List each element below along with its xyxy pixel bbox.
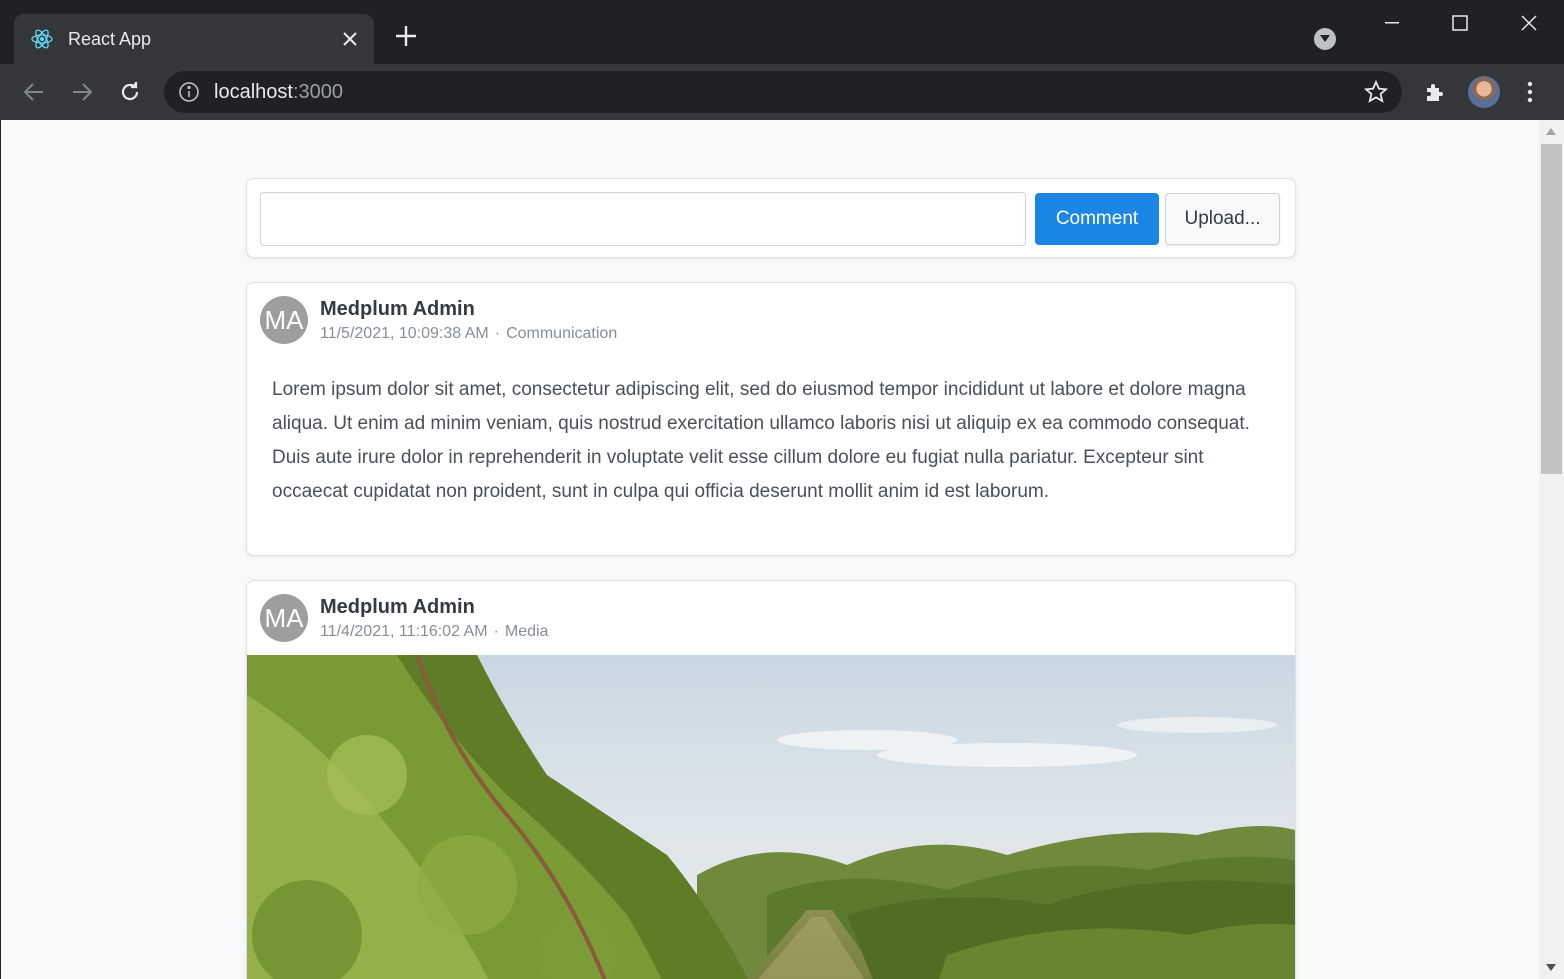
site-info-icon[interactable]: [178, 81, 200, 103]
close-tab-icon[interactable]: [332, 21, 368, 57]
post-subtitle: 11/4/2021, 11:16:02 AM · Media: [320, 623, 548, 641]
post-meta: Medplum Admin 11/4/2021, 11:16:02 AM · Med…: [320, 594, 548, 642]
post-communication: MA Medplum Admin 11/5/2021, 10:09:38 AM ·…: [246, 282, 1296, 556]
browser-toolbar: localhost:3000: [0, 64, 1564, 120]
scroll-down-arrow-icon[interactable]: [1546, 964, 1556, 971]
new-tab-icon[interactable]: [390, 22, 422, 54]
url-port: :3000: [292, 80, 343, 103]
comment-input[interactable]: [260, 192, 1026, 246]
bookmark-star-icon[interactable]: [1363, 79, 1389, 104]
post-meta: Medplum Admin 11/5/2021, 10:09:38 AM · Com…: [320, 296, 617, 344]
resource-type[interactable]: Media: [505, 623, 549, 640]
orchard-photo: [247, 655, 1295, 979]
scroll-up-arrow-icon[interactable]: [1546, 128, 1556, 135]
post-body: Lorem ipsum dolor sit amet, consectetur …: [272, 379, 1250, 502]
upload-button[interactable]: Upload...: [1165, 193, 1280, 245]
post-media: MA Medplum Admin 11/4/2021, 11:16:02 AM ·…: [246, 580, 1296, 979]
separator: ·: [494, 325, 501, 342]
tab-strip: React App: [0, 0, 1564, 64]
reload-icon[interactable]: [112, 74, 148, 110]
extensions-icon[interactable]: [1416, 74, 1452, 110]
url-host: localhost: [214, 80, 293, 103]
post-header: MA Medplum Admin 11/4/2021, 11:16:02 AM ·…: [260, 594, 548, 642]
scrollbar-thumb[interactable]: [1541, 144, 1562, 474]
avatar[interactable]: MA: [260, 296, 308, 344]
react-logo-icon: [30, 27, 54, 51]
vertical-scrollbar[interactable]: [1539, 120, 1564, 979]
minimize-icon[interactable]: [1374, 8, 1410, 38]
url-text: localhost:3000: [214, 81, 343, 104]
post-timestamp[interactable]: 11/4/2021, 11:16:02 AM: [320, 623, 488, 640]
maximize-icon[interactable]: [1442, 8, 1478, 38]
profile-avatar[interactable]: [1468, 76, 1500, 108]
comment-composer: Comment Upload...: [246, 178, 1296, 258]
browser-tab[interactable]: React App: [14, 14, 374, 64]
post-timestamp[interactable]: 11/5/2021, 10:09:38 AM: [320, 325, 489, 342]
back-icon[interactable]: [16, 74, 52, 110]
close-window-icon[interactable]: [1511, 8, 1547, 38]
address-bar[interactable]: localhost:3000: [164, 71, 1402, 113]
post-subtitle: 11/5/2021, 10:09:38 AM · Communication: [320, 325, 617, 343]
page-viewport: Comment Upload... MA Medplum Admin 11/5/…: [1, 120, 1539, 979]
comment-button[interactable]: Comment: [1035, 193, 1159, 245]
tab-search-icon[interactable]: [1314, 28, 1336, 50]
avatar[interactable]: MA: [260, 594, 308, 642]
post-header: MA Medplum Admin 11/5/2021, 10:09:38 AM ·…: [260, 296, 617, 344]
forward-icon[interactable]: [64, 74, 100, 110]
tab-title: React App: [68, 28, 152, 49]
author-name[interactable]: Medplum Admin: [320, 596, 548, 619]
separator: ·: [493, 623, 499, 640]
author-name[interactable]: Medplum Admin: [320, 298, 617, 321]
resource-type[interactable]: Communication: [506, 325, 617, 342]
menu-kebab-icon[interactable]: [1512, 74, 1548, 110]
